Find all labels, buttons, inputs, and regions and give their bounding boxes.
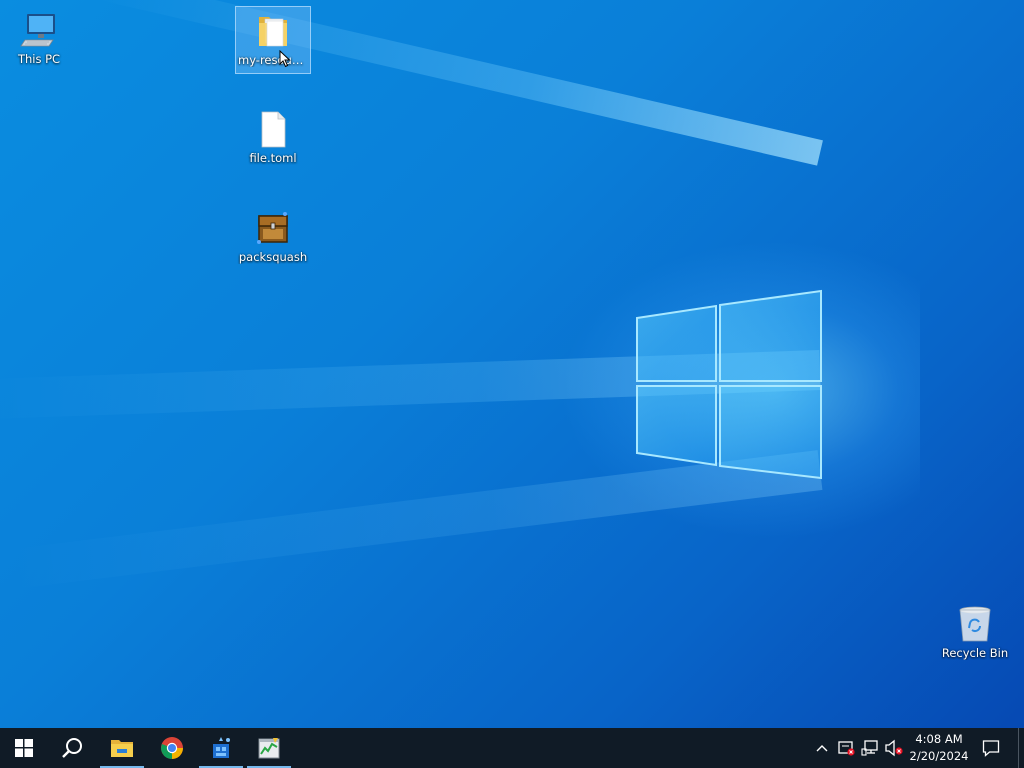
folder-icon <box>259 17 287 47</box>
wallpaper-light-beam <box>3 450 823 590</box>
search-button[interactable] <box>48 728 96 768</box>
desktop-icon-label: packsquash <box>238 250 308 264</box>
taskbar-task-manager[interactable] <box>245 728 293 768</box>
tray-volume[interactable] <box>884 738 904 758</box>
desktop-icon-this-pc[interactable]: This PC <box>1 6 77 74</box>
start-button[interactable] <box>0 728 48 768</box>
desktop-icon-label: my-resours... <box>238 53 310 67</box>
chevron-up-icon <box>816 745 828 752</box>
desktop-icon-label: Recycle Bin <box>941 646 1009 660</box>
security-warning-icon <box>838 741 855 756</box>
wallpaper-light-beam <box>96 0 823 166</box>
desktop[interactable]: This PC my-resours... file.toml packsqua… <box>0 0 1024 728</box>
recycle-bin-icon <box>959 606 991 642</box>
chrome-icon <box>161 737 183 759</box>
desktop-icon-label: This PC <box>17 52 61 66</box>
desktop-icon-my-resources-folder[interactable]: my-resours... <box>235 6 311 74</box>
clock-time: 4:08 AM <box>915 732 963 746</box>
action-center-button[interactable] <box>981 738 1001 758</box>
desktop-icon-recycle-bin[interactable]: Recycle Bin <box>937 600 1013 668</box>
search-icon <box>62 738 82 758</box>
wallpaper-light-beam <box>0 350 821 420</box>
taskbar-file-explorer[interactable] <box>98 728 146 768</box>
taskbar: 4:08 AM 2/20/2024 <box>0 728 1024 768</box>
desktop-icon-label: file.toml <box>249 151 297 165</box>
tray-network[interactable] <box>860 738 880 758</box>
wallpaper-glow <box>560 240 920 540</box>
task-manager-icon <box>258 738 280 759</box>
taskbar-chrome[interactable] <box>148 728 196 768</box>
file-explorer-icon <box>111 740 133 757</box>
clock-date: 2/20/2024 <box>909 749 969 763</box>
tray-security[interactable] <box>836 738 856 758</box>
volume-muted-icon <box>885 739 903 757</box>
notification-icon <box>982 740 1000 757</box>
windows-logo-wallpaper <box>636 289 822 480</box>
blue-app-icon <box>213 737 230 758</box>
network-icon <box>861 740 878 756</box>
chest-app-icon <box>257 212 288 244</box>
computer-icon <box>20 14 55 47</box>
windows-start-icon <box>15 739 33 757</box>
document-icon <box>261 111 286 148</box>
show-desktop-button[interactable] <box>1018 728 1024 768</box>
desktop-icon-file-toml[interactable]: file.toml <box>235 105 311 173</box>
desktop-icon-packsquash[interactable]: packsquash <box>235 204 311 272</box>
show-hidden-icons-button[interactable] <box>812 738 832 758</box>
taskbar-clock[interactable]: 4:08 AM 2/20/2024 <box>908 731 970 765</box>
taskbar-blue-app[interactable] <box>197 728 245 768</box>
